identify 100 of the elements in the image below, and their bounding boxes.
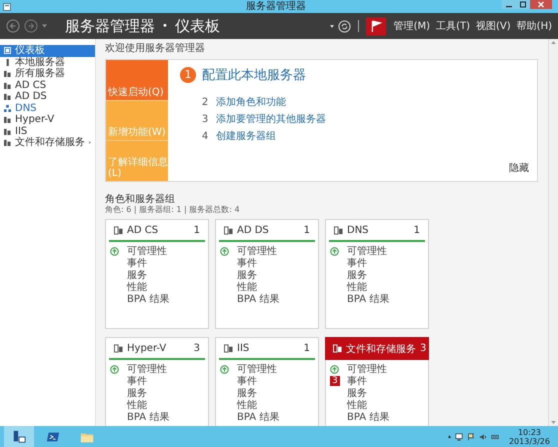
clock-time[interactable]: 10:23 [518,428,542,436]
minimize-icon[interactable] [502,0,516,9]
menu-item[interactable]: 帮助(H) [516,19,552,33]
tile-row-link[interactable]: 性能 [127,280,147,294]
role-tile[interactable]: AD DS 1 可管理性 事件 服务 性能 BPA 结果 [215,219,319,329]
sidebar-item[interactable]: 仪表板 [0,45,95,56]
tile-count: 3 [420,343,426,354]
tile-row-link[interactable]: BPA 结果 [237,292,280,306]
step-number: 4 [200,130,210,142]
tile-row-link[interactable]: 服务 [127,268,147,282]
role-tile[interactable]: 文件和存储服务 3 可管理性 3 事件 服务 性能 BPA 结果 [325,337,429,426]
menu-item[interactable]: 工具(T) [436,19,470,33]
tile-title: 文件和存储服务 [346,342,416,356]
tile-row-link[interactable]: 性能 [237,280,257,294]
tile-title: DNS [347,224,369,236]
sidebar-item[interactable]: 文件和存储服务 [0,137,95,148]
back-icon[interactable] [6,19,20,33]
status-up-icon [110,364,119,374]
tile-count: 3 [194,342,200,354]
tile-row-link[interactable]: 性能 [127,398,147,412]
role-tile[interactable]: DNS 1 可管理性 事件 服务 性能 BPA 结果 [325,219,429,329]
forward-icon[interactable] [24,19,38,33]
tile-row-link[interactable]: 事件 [127,256,147,270]
clock-date[interactable]: 2013/3/26 [508,436,550,446]
flag-icon[interactable] [466,432,475,440]
sidebar-item[interactable]: DNS [0,102,95,114]
role-tile[interactable]: Hyper-V 3 可管理性 事件 服务 性能 BPA 结果 [105,337,209,426]
tile-title: IIS [237,342,250,354]
tile-row-link[interactable]: BPA 结果 [347,292,390,306]
tile-count: 1 [304,224,310,236]
step-number: 2 [200,96,210,108]
maximize-icon[interactable] [516,0,530,9]
tile-title: Hyper-V [127,342,166,354]
count-badge: 3 [330,376,340,386]
dropdown-icon[interactable] [330,24,334,28]
sidebar-item[interactable]: 本地服务器 [0,56,95,68]
tile-row-link[interactable]: BPA 结果 [237,410,280,424]
speaker-icon[interactable] [478,432,487,440]
step-number: 3 [200,114,210,124]
show-hidden-icons-icon[interactable] [448,435,451,438]
menu-item[interactable]: 管理(M) [394,19,430,33]
section-heading: 角色和服务器组 [105,194,176,205]
tile-row-link[interactable]: 性能 [347,280,367,294]
role-tile[interactable]: IIS 1 可管理性 事件 服务 性能 BPA 结果 [215,337,319,426]
tile-row-link[interactable]: 服务 [347,268,367,282]
tile-row-link[interactable]: 性能 [347,398,367,412]
tile-title: AD DS [237,224,269,236]
tile-row-link[interactable]: 服务 [237,386,257,400]
status-up-icon [220,364,229,374]
sidebar-item[interactable]: IIS [0,126,95,137]
refresh-icon[interactable] [338,20,351,32]
tile-row-link[interactable]: 可管理性 [237,362,277,376]
summary-text: 角色: 6 | 服务器组: 1 | 服务器总数: 4 [105,205,241,215]
tile-row-link[interactable]: BPA 结果 [127,410,170,424]
tile-row-link[interactable]: 服务 [127,386,147,400]
tile-row-link[interactable]: 事件 [347,256,367,270]
sidebar-item[interactable]: Hyper-V [0,114,95,126]
app-title: 服务器管理器 [65,16,155,36]
sidebar-item[interactable]: AD DS [0,91,95,102]
tile-row-link[interactable]: 事件 [237,256,257,270]
tile-row-link[interactable]: 服务 [237,268,257,282]
tile-row-link[interactable]: 服务 [347,386,367,400]
terminal-icon [46,430,60,444]
section-heading: 欢迎使用服务器管理器 [105,42,206,55]
tile-row-link[interactable]: 事件 [347,374,367,388]
taskbar-button[interactable] [4,426,34,447]
status-up-icon [220,246,229,256]
menu-item[interactable]: 视图(V) [476,19,511,33]
sidebar-item[interactable]: AD CS [0,80,95,91]
tile-row-link[interactable]: 性能 [237,398,257,412]
status-up-icon [330,364,339,374]
status-up-icon [330,246,339,256]
tile-count: 1 [304,342,310,354]
tile-row-link[interactable]: 可管理性 [237,244,277,258]
tile-count: 1 [194,224,200,236]
tile-title: AD CS [127,224,158,236]
step-link[interactable]: 配置此本地服务器 [202,66,306,84]
role-tile[interactable]: AD CS 1 可管理性 事件 服务 性能 BPA 结果 [105,219,209,329]
app-icon [3,2,11,10]
close-icon[interactable] [530,0,552,9]
window-title: 服务器管理器 [246,0,306,12]
notifications-flag-icon[interactable] [366,16,386,36]
tile-row-link[interactable]: BPA 结果 [127,292,170,306]
tile-row-link[interactable]: BPA 结果 [347,410,390,424]
tile-row-link[interactable]: 可管理性 [347,244,387,258]
tile-row-link[interactable]: 事件 [127,374,147,388]
tile-row-link[interactable]: 可管理性 [127,244,167,258]
tile-row-link[interactable]: 事件 [237,374,257,388]
step-link[interactable]: 添加角色和功能 [216,95,286,109]
tile-count: 1 [414,224,420,236]
step-link[interactable]: 添加要管理的其他服务器 [216,112,326,126]
hide-link[interactable]: 隐藏 [509,161,529,175]
sidebar-item[interactable]: 所有服务器 [0,68,95,80]
step-number: 1 [180,67,196,83]
step-link[interactable]: 创建服务器组 [216,129,276,143]
breadcrumb-separator: • [162,20,168,32]
tile-row-link[interactable]: 可管理性 [347,362,387,376]
tile-row-link[interactable]: 可管理性 [127,362,167,376]
server-manager-icon [12,430,26,444]
page-title: 仪表板 [174,16,220,36]
